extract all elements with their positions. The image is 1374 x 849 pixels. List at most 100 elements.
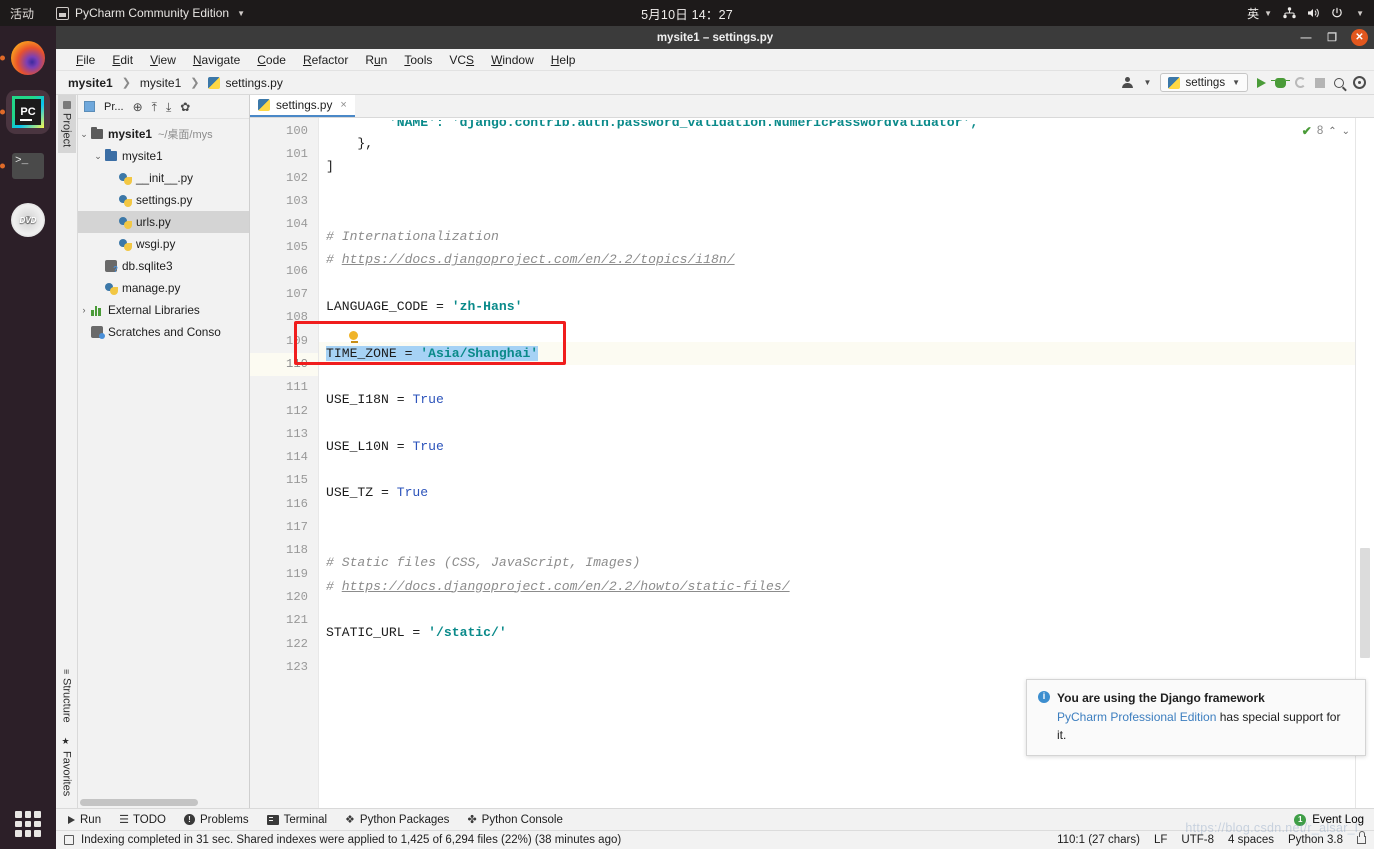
tree-node-scratches[interactable]: Scratches and Conso bbox=[78, 321, 249, 343]
star-icon: ★ bbox=[61, 736, 72, 747]
menu-view[interactable]: View bbox=[142, 51, 184, 69]
menu-run[interactable]: Run bbox=[357, 51, 395, 69]
chevron-right-icon[interactable]: › bbox=[78, 305, 90, 315]
bottom-tab-terminal[interactable]: Terminal bbox=[266, 814, 327, 826]
breadcrumb-file[interactable]: settings.py bbox=[225, 76, 282, 90]
menu-help[interactable]: Help bbox=[543, 51, 584, 69]
ide-body: Project ≡ Structure ★ Favorites Pr... ⊕ … bbox=[56, 95, 1374, 808]
menu-code[interactable]: Code bbox=[249, 51, 294, 69]
doc-link[interactable]: https://docs.djangoproject.com/en/2.2/to… bbox=[342, 252, 735, 267]
tree-node-external-libraries[interactable]: › External Libraries bbox=[78, 299, 249, 321]
menu-navigate[interactable]: Navigate bbox=[185, 51, 248, 69]
chevron-up-icon[interactable]: ⌃ bbox=[1328, 126, 1336, 137]
desktop-clock[interactable]: 5月10日 14：27 bbox=[0, 4, 1374, 23]
menu-refactor[interactable]: Refactor bbox=[295, 51, 356, 69]
notification-popup: i You are using the Django framework PyC… bbox=[1026, 679, 1366, 756]
menu-tools[interactable]: Tools bbox=[396, 51, 440, 69]
doc-link[interactable]: https://docs.djangoproject.com/en/2.2/ho… bbox=[342, 579, 790, 594]
dock-item-terminal[interactable]: >_ bbox=[0, 144, 50, 188]
caret-position[interactable]: 110:1 (27 chars) bbox=[1057, 834, 1140, 846]
lock-icon[interactable] bbox=[1357, 831, 1366, 844]
gear-icon[interactable]: ✿ bbox=[180, 101, 190, 113]
bottom-tab-run[interactable]: Run bbox=[68, 814, 101, 826]
profile-icon[interactable] bbox=[1121, 77, 1133, 88]
project-horizontal-scrollbar[interactable] bbox=[80, 799, 240, 806]
gutter-line: 103 bbox=[286, 193, 308, 208]
input-method-indicator[interactable]: 英 ▼ bbox=[1247, 5, 1272, 22]
python-file-icon bbox=[118, 238, 132, 251]
intention-bulb-icon[interactable] bbox=[349, 331, 360, 344]
tree-node-mysite1-root[interactable]: ⌄ mysite1 ~/桌面/mys bbox=[78, 123, 249, 145]
menu-edit[interactable]: Edit bbox=[104, 51, 141, 69]
tree-node-init-py[interactable]: __init__.py bbox=[78, 167, 249, 189]
tree-node-manage-py[interactable]: manage.py bbox=[78, 277, 249, 299]
tree-node-mysite1-pkg[interactable]: ⌄ mysite1 bbox=[78, 145, 249, 167]
pycharm-window: mysite1 – settings.py — ❐ ✕ FFileile Edi… bbox=[56, 26, 1374, 849]
run-button[interactable] bbox=[1257, 77, 1266, 88]
dock-item-firefox[interactable] bbox=[0, 36, 50, 80]
project-pane-title[interactable]: Pr... bbox=[104, 101, 124, 113]
chevron-down-icon[interactable]: ⌄ bbox=[92, 151, 104, 162]
menu-window[interactable]: Window bbox=[483, 51, 542, 69]
bottom-tab-problems[interactable]: ! Problems bbox=[184, 814, 249, 826]
gutter-line: 120 bbox=[250, 586, 328, 613]
show-applications-button[interactable] bbox=[15, 811, 41, 837]
dock-item-pycharm[interactable]: PC bbox=[0, 90, 50, 134]
gear-icon[interactable] bbox=[1353, 76, 1366, 89]
tab-settings-py[interactable]: settings.py × bbox=[250, 95, 355, 117]
network-icon[interactable] bbox=[1283, 7, 1296, 19]
tree-node-label: wsgi.py bbox=[136, 237, 176, 251]
sidebar-item-project[interactable]: Project bbox=[57, 95, 76, 154]
expand-all-icon[interactable]: ⤒ bbox=[152, 101, 157, 113]
search-icon[interactable] bbox=[1334, 77, 1344, 88]
dock-item-dvd[interactable]: DVD bbox=[6, 198, 50, 242]
bottom-tab-todo[interactable]: ☰ TODO bbox=[119, 813, 166, 827]
volume-icon[interactable] bbox=[1307, 7, 1320, 19]
maximize-button[interactable]: ❐ bbox=[1325, 31, 1339, 44]
line-separator[interactable]: LF bbox=[1154, 834, 1167, 846]
collapse-all-icon[interactable]: ⤓ bbox=[166, 101, 171, 113]
code-line: # https://docs.djangoproject.com/en/2.2/… bbox=[326, 578, 790, 594]
desktop-top-panel: 活动 PyCharm Community Edition ▼ 5月10日 14：… bbox=[0, 0, 1374, 26]
tree-node-wsgi-py[interactable]: wsgi.py bbox=[78, 233, 249, 255]
notification-header: i You are using the Django framework bbox=[1038, 689, 1353, 707]
chevron-down-icon[interactable]: ▼ bbox=[1144, 78, 1152, 87]
notification-link[interactable]: PyCharm Professional Edition bbox=[1057, 710, 1216, 724]
file-encoding[interactable]: UTF-8 bbox=[1181, 834, 1214, 846]
code-line: LANGUAGE_CODE = 'zh-Hans' bbox=[326, 299, 523, 315]
locate-icon[interactable]: ⊕ bbox=[133, 101, 143, 113]
stop-button[interactable] bbox=[1315, 77, 1325, 88]
code-line: 'NAME': 'django.contrib.auth.password_va… bbox=[326, 120, 979, 130]
bottom-tool-bar: Run ☰ TODO ! Problems Terminal ❖ Python … bbox=[56, 808, 1374, 830]
inspection-widget[interactable]: ✔ 8 ⌃ ⌄ bbox=[1302, 124, 1350, 138]
menu-vcs[interactable]: VCS bbox=[441, 51, 482, 69]
minimize-button[interactable]: — bbox=[1299, 32, 1313, 44]
scrollbar-thumb[interactable] bbox=[1360, 548, 1370, 658]
chevron-down-icon[interactable]: ⌄ bbox=[78, 129, 90, 140]
tree-node-db-sqlite3[interactable]: db.sqlite3 bbox=[78, 255, 249, 277]
terminal-icon bbox=[266, 814, 279, 825]
chevron-down-icon[interactable]: ▼ bbox=[1356, 9, 1364, 18]
bottom-tab-python-packages[interactable]: ❖ Python Packages bbox=[345, 813, 449, 827]
indent-setting[interactable]: 4 spaces bbox=[1228, 834, 1274, 846]
close-button[interactable]: ✕ bbox=[1351, 29, 1368, 46]
run-configuration-selector[interactable]: settings ▼ bbox=[1160, 73, 1248, 92]
tree-node-urls-py[interactable]: urls.py bbox=[78, 211, 249, 233]
menu-bar: FFileile Edit View Navigate Code Refacto… bbox=[56, 49, 1374, 71]
run-with-coverage-button[interactable] bbox=[1295, 77, 1306, 88]
sidebar-item-structure[interactable]: ≡ Structure bbox=[58, 663, 76, 729]
close-icon[interactable]: × bbox=[340, 99, 346, 111]
breadcrumb-project[interactable]: mysite1 bbox=[68, 76, 113, 90]
bottom-tab-python-console[interactable]: ✤ Python Console bbox=[467, 813, 562, 827]
python-interpreter[interactable]: Python 3.8 bbox=[1288, 834, 1343, 846]
project-icon bbox=[62, 101, 71, 109]
breadcrumb-package[interactable]: mysite1 bbox=[140, 76, 181, 90]
power-icon[interactable] bbox=[1331, 7, 1343, 19]
event-log-button[interactable]: 1 Event Log bbox=[1294, 813, 1364, 826]
debug-button[interactable] bbox=[1271, 77, 1290, 88]
tree-node-settings-py[interactable]: settings.py bbox=[78, 189, 249, 211]
tree-node-path: ~/桌面/mys bbox=[157, 129, 213, 141]
chevron-down-icon[interactable]: ⌄ bbox=[1342, 126, 1350, 137]
sidebar-item-favorites[interactable]: ★ Favorites bbox=[58, 731, 76, 802]
menu-file[interactable]: FFileile bbox=[68, 51, 103, 69]
